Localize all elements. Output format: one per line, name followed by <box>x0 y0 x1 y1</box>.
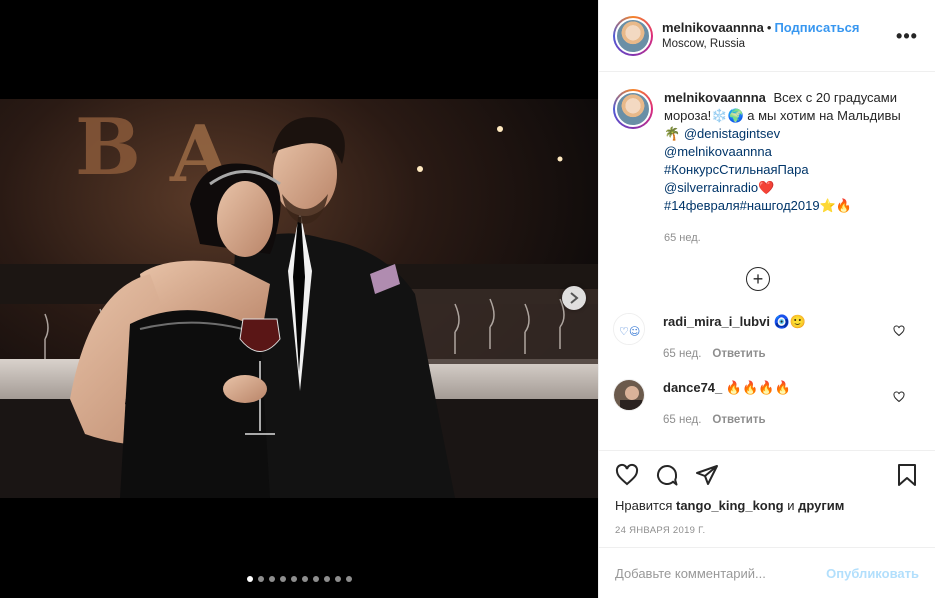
likes-conjunction: и <box>787 498 795 513</box>
header-separator: • <box>766 19 772 35</box>
caption-time[interactable]: 65 нед. <box>664 229 914 247</box>
carousel-dot <box>268 576 275 582</box>
comment-username[interactable]: dance74_ <box>663 380 722 395</box>
like-button[interactable] <box>615 463 639 487</box>
reply-button[interactable]: Ответить <box>712 414 765 426</box>
caption-emoji: ⭐🔥 <box>819 198 852 213</box>
comment-like-icon[interactable] <box>893 325 905 337</box>
likes-others-link[interactable]: другим <box>798 498 844 513</box>
heart-emoji: ❤️ <box>758 180 775 195</box>
reply-button[interactable]: Ответить <box>712 348 765 360</box>
carousel-dot <box>301 576 308 582</box>
caption: melnikovaannna Всех с 20 градусами мороз… <box>613 89 919 247</box>
post-panel: melnikovaannna • Подписаться Moscow, Russi… <box>598 0 935 598</box>
comment-time[interactable]: 65 нед. <box>663 348 701 360</box>
carousel-dot <box>246 576 253 582</box>
hashtag-link[interactable]: #КонкурсСтильнаяПара <box>664 162 809 177</box>
load-more-comments[interactable]: + <box>599 267 919 291</box>
carousel-dot <box>312 576 319 582</box>
comment-item: ♡☺ radi_mira_i_lubvi 🧿🙂 65 нед. Ответить <box>613 313 919 363</box>
comment-text: 🧿🙂 <box>773 314 806 329</box>
likes-prefix: Нравится <box>615 498 673 513</box>
mention-link[interactable]: @melnikovaannna <box>664 144 772 159</box>
commenter-avatar[interactable]: ♡☺ <box>613 313 645 345</box>
caption-username[interactable]: melnikovaannna <box>664 90 766 105</box>
save-button[interactable] <box>895 463 919 487</box>
post-date[interactable]: 24 ЯНВАРЯ 2019 Г. <box>615 525 919 536</box>
svg-text:♡☺: ♡☺ <box>619 325 640 338</box>
comment-username[interactable]: radi_mira_i_lubvi <box>663 314 770 329</box>
paper-plane-icon <box>696 465 718 485</box>
next-photo-button[interactable] <box>562 286 586 310</box>
comment-bubble-icon <box>657 465 678 486</box>
post-header: melnikovaannna • Подписаться Moscow, Russi… <box>599 0 935 72</box>
commenter-avatar[interactable] <box>613 379 645 411</box>
liker-username[interactable]: tango_king_kong <box>676 498 784 513</box>
add-comment-bar: Опубликовать <box>599 547 935 598</box>
post-location[interactable]: Moscow, Russia <box>662 36 895 53</box>
carousel-dot <box>257 576 264 582</box>
post-actions: Нравится tango_king_kong и другим 24 ЯНВ… <box>599 450 935 536</box>
author-avatar[interactable] <box>613 15 653 56</box>
comment-text: 🔥🔥🔥🔥 <box>725 380 791 395</box>
mention-link[interactable]: @silverrainradio <box>664 180 758 195</box>
comment-time[interactable]: 65 нед. <box>663 414 701 426</box>
carousel-dot <box>290 576 297 582</box>
carousel-dot <box>323 576 330 582</box>
comments-list[interactable]: melnikovaannna Всех с 20 градусами мороз… <box>599 73 935 450</box>
carousel-indicator <box>0 576 598 582</box>
post-dialog: B A melnikovaannna • Подписаться Moscow,… <box>0 0 935 598</box>
more-options-icon[interactable]: ••• <box>895 27 919 45</box>
post-media: B A <box>0 0 598 598</box>
carousel-dot <box>345 576 352 582</box>
svg-text:B: B <box>75 102 141 193</box>
comment-like-icon[interactable] <box>893 391 905 403</box>
likes-summary: Нравится tango_king_kong и другим <box>615 497 919 515</box>
hashtag-link[interactable]: #14февраля#нашгод2019 <box>664 198 820 213</box>
carousel-dot <box>279 576 286 582</box>
caption-avatar[interactable] <box>613 89 653 129</box>
publish-button[interactable]: Опубликовать <box>826 566 919 581</box>
mention-link[interactable]: @denistagintsev <box>684 126 780 141</box>
share-button[interactable] <box>695 463 719 487</box>
follow-button[interactable]: Подписаться <box>774 20 859 35</box>
comment-item: dance74_ 🔥🔥🔥🔥 65 нед. Ответить <box>613 379 919 429</box>
author-username[interactable]: melnikovaannna <box>662 20 764 35</box>
carousel-dot <box>334 576 341 582</box>
post-photo[interactable]: B A <box>0 99 598 498</box>
comment-input[interactable] <box>615 565 827 581</box>
comment-button[interactable] <box>655 463 679 487</box>
bookmark-icon <box>898 464 916 486</box>
heart-icon <box>615 463 639 486</box>
chevron-right-icon <box>570 292 579 304</box>
plus-circle-icon[interactable]: + <box>746 267 770 291</box>
